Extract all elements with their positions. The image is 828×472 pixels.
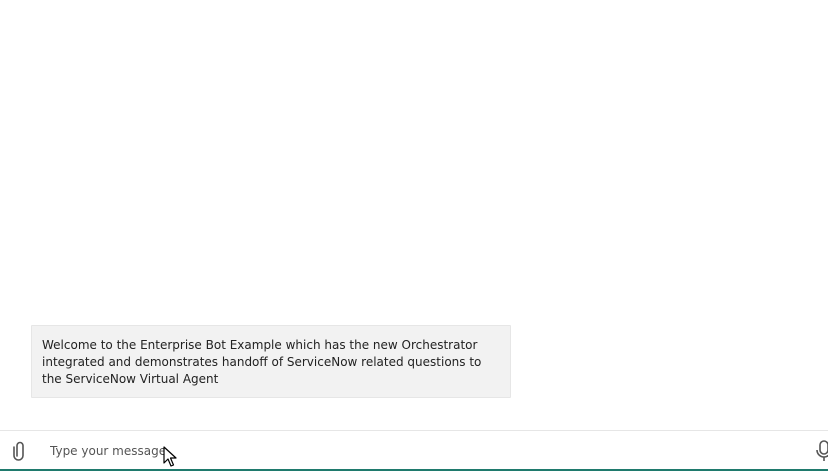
microphone-icon: [816, 440, 828, 461]
sendbox-focus-bar: [0, 469, 828, 471]
bot-message-text: Welcome to the Enterprise Bot Example wh…: [42, 338, 482, 386]
send-box: [0, 430, 828, 471]
paperclip-icon: [13, 441, 24, 461]
chat-transcript[interactable]: Welcome to the Enterprise Bot Example wh…: [0, 0, 828, 430]
bot-message-bubble: Welcome to the Enterprise Bot Example wh…: [31, 325, 511, 398]
webchat-window: Welcome to the Enterprise Bot Example wh…: [0, 0, 828, 472]
microphone-button[interactable]: [814, 439, 828, 463]
upload-button[interactable]: [10, 440, 30, 462]
message-input[interactable]: [40, 438, 810, 464]
